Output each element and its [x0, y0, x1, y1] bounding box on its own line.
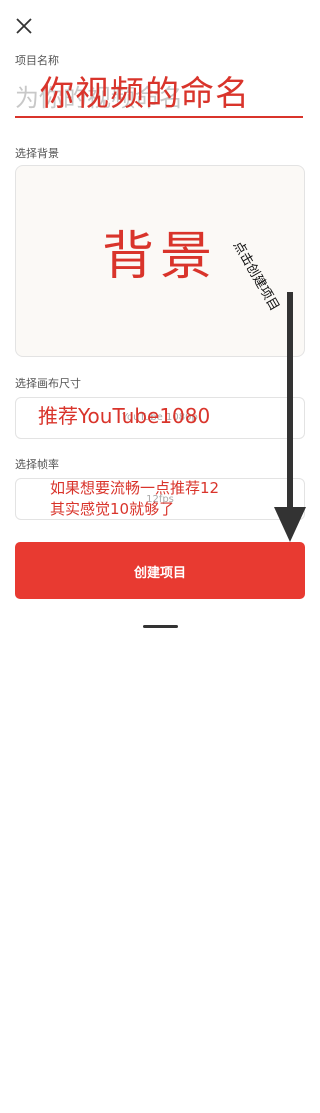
- watermark-logo-icon: [197, 1099, 209, 1112]
- frame-rate-label: 选择帧率: [15, 458, 59, 471]
- background-annotation: 背景: [102, 227, 219, 287]
- watermark: 艺特安卓网: [197, 1096, 272, 1113]
- close-icon: [16, 18, 32, 34]
- background-picker[interactable]: 背景: [15, 165, 305, 357]
- create-project-label: 创建项目: [133, 566, 186, 581]
- create-project-button[interactable]: 创建项目 艺特安卓网: [15, 542, 305, 1112]
- project-name-label: 项目名称: [15, 54, 59, 67]
- frame-rate-annotation-line1: 如果想要流畅一点推荐12: [50, 479, 220, 497]
- arrow-down-icon: [274, 292, 306, 542]
- frame-rate-annotation: 如果想要流畅一点推荐12 其实感觉10就够了: [50, 478, 219, 520]
- canvas-size-annotation: 推荐YouTube1080: [38, 404, 211, 428]
- canvas-size-label: 选择画布尺寸: [15, 377, 81, 390]
- background-label: 选择背景: [15, 147, 59, 160]
- home-indicator[interactable]: [143, 625, 178, 628]
- project-name-annotation: 你视频的命名: [40, 74, 250, 114]
- watermark-text: 艺特安卓网: [212, 1098, 273, 1112]
- frame-rate-annotation-line2: 其实感觉10就够了: [50, 500, 175, 518]
- close-button[interactable]: [10, 12, 38, 40]
